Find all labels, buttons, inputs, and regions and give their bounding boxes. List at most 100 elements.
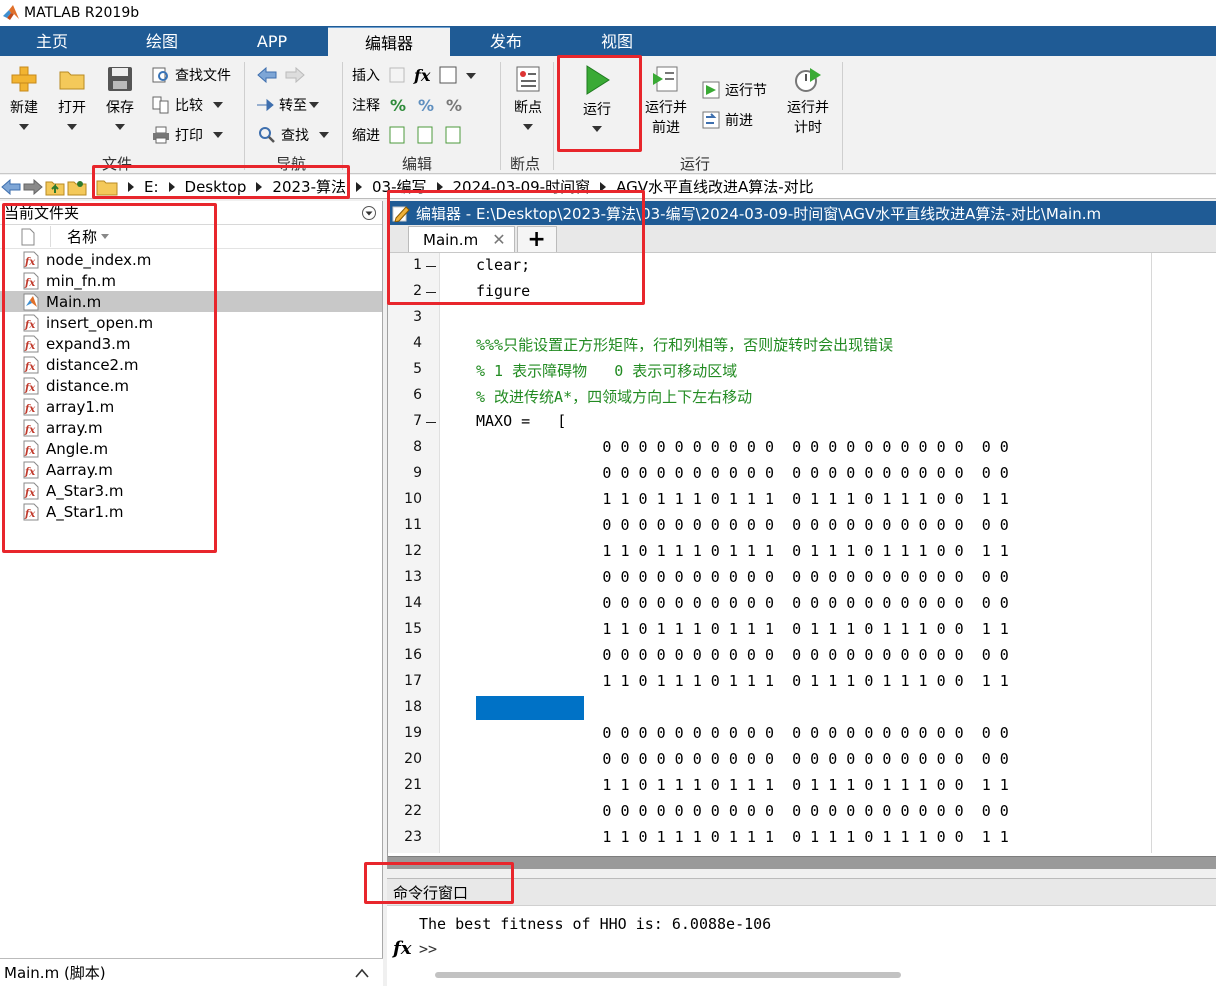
chevron-up-icon[interactable] [355,968,369,978]
find-dropdown-icon [319,132,329,138]
function-file-icon: fx [23,314,39,331]
save-dropdown-icon [115,124,125,130]
panel-actions-icon[interactable] [361,205,377,221]
line-number: 22 [404,803,422,819]
print-button[interactable]: 打印 [152,123,223,147]
run-and-time-button[interactable]: 运行并 计时 [784,64,832,138]
file-list-item[interactable]: fx Aarray.m [0,459,382,480]
code-line: 0 0 0 0 0 0 0 0 0 0 0 0 0 0 0 0 0 0 0 0 … [476,750,1009,768]
fx-icon[interactable]: fx [393,938,411,959]
tab-plots[interactable]: 绘图 [110,26,214,56]
command-window-title-bar: 命令行窗口 [387,878,1216,906]
insert-button[interactable]: 插入 fx [352,63,488,87]
goto-button[interactable]: 转至 [256,93,319,117]
open-button[interactable]: 打开 [52,64,92,134]
open-label: 打开 [58,100,86,116]
file-list-item[interactable]: fx distance.m [0,375,382,396]
tab-editor[interactable]: 编辑器 [328,27,450,56]
tab-apps[interactable]: APP [220,26,324,56]
file-list-item[interactable]: fx node_index.m [0,249,382,270]
compare-button[interactable]: 比较 [152,93,223,117]
breadcrumb-project[interactable]: AGV水平直线改进A算法-对比 [616,176,814,197]
breadcrumb-separator [436,181,443,192]
open-dropdown-icon [67,124,77,130]
svg-text:fx: fx [24,320,36,331]
save-disk-icon [108,67,132,91]
browse-folder-icon[interactable] [66,177,88,197]
executable-line-marker[interactable] [426,422,436,423]
ribbon-divider [842,62,843,170]
breakpoints-label: 断点 [514,100,542,116]
code-comment-line: % 1 表示障碍物 0 表示可移动区域 [476,362,738,380]
comment-label: 注释 [352,98,380,114]
editor-horizontal-scrollbar[interactable] [388,856,1216,869]
command-prompt: >> [419,940,438,958]
executable-line-marker[interactable] [426,266,436,267]
ribbon-divider [244,62,245,170]
file-list-item[interactable]: fx A_Star1.m [0,501,382,522]
save-button[interactable]: 保存 [100,64,140,134]
find-button[interactable]: 查找 [258,123,329,147]
line-number: 13 [404,569,422,585]
file-list-item[interactable]: fx array1.m [0,396,382,417]
run-section-button[interactable]: 运行节 [702,78,767,102]
code-line: 0 0 0 0 0 0 0 0 0 0 0 0 0 0 0 0 0 0 0 0 … [476,594,1009,612]
function-file-icon: fx [23,356,39,373]
back-forward-buttons[interactable] [256,63,306,87]
file-list-item[interactable]: Main.m [0,291,382,312]
breadcrumb-algorithm[interactable]: 2023-算法 [272,176,346,197]
line-number: 20 [404,751,422,767]
new-tab-button[interactable]: + [516,226,557,252]
file-list-item[interactable]: fx min_fn.m [0,270,382,291]
breadcrumb-writing[interactable]: 03-编写 [372,176,427,197]
breadcrumb-time-window[interactable]: 2024-03-09-时间窗 [453,176,591,197]
svg-text:%: % [446,96,462,115]
find-files-button[interactable]: 查找文件 [152,63,231,87]
file-list-item[interactable]: fx A_Star3.m [0,480,382,501]
close-tab-icon[interactable]: ✕ [492,230,505,249]
title-bar: MATLAB R2019b [0,0,1216,26]
svg-text:fx: fx [24,383,36,394]
nav-back-icon[interactable] [0,177,22,197]
breadcrumb-drive[interactable]: E: [144,178,159,196]
breadcrumb-desktop[interactable]: Desktop [185,178,247,196]
executable-line-marker[interactable] [426,292,436,293]
indent-button[interactable]: 缩进 [352,123,468,147]
command-window[interactable]: The best fitness of HHO is: 6.0088e-106 … [387,906,1216,986]
tab-home[interactable]: 主页 [0,26,104,56]
up-folder-icon[interactable] [44,177,66,197]
find-files-icon [152,67,168,83]
breakpoints-button[interactable]: 断点 [508,64,548,134]
tab-publish[interactable]: 发布 [456,26,556,56]
nav-forward-icon[interactable] [22,177,44,197]
line-number: 6 [413,387,422,403]
file-list-item[interactable]: fx array.m [0,417,382,438]
editor-panel: 编辑器 - E:\Desktop\2023-算法\03-编写\2024-03-0… [387,201,1216,869]
command-horizontal-scrollbar[interactable] [435,972,901,978]
run-button[interactable]: 运行 [574,64,620,136]
run-label: 运行 [583,102,611,118]
new-button[interactable]: 新建 [4,64,44,134]
tab-view[interactable]: 视图 [562,26,672,56]
run-and-advance-button[interactable]: 运行并 前进 [640,64,692,138]
file-list-item[interactable]: fx distance2.m [0,354,382,375]
run-section-icon [702,81,720,99]
svg-text:fx: fx [24,257,36,268]
group-nav-label: 导航 [276,155,307,173]
file-name: insert_open.m [46,313,154,332]
file-list-item[interactable]: fx Angle.m [0,438,382,459]
run-play-icon [586,65,610,95]
svg-text:fx: fx [24,509,36,520]
file-list-item[interactable]: fx insert_open.m [0,312,382,333]
command-window-title: 命令行窗口 [393,883,469,902]
code-area[interactable]: 1 2 3 4 5 6 7 8 9 10 11 12 13 14 15 16 17 18 19 20 21 22 23 cl… [388,253,1216,853]
current-folder-title: 当前文件夹 [4,204,80,222]
comment-button[interactable]: 注释 % % % [352,93,468,117]
file-list-item[interactable]: fx expand3.m [0,333,382,354]
sort-arrow-icon [101,234,110,239]
svg-text:fx: fx [24,467,36,478]
name-column-header[interactable]: 名称 [50,226,97,247]
advance-button[interactable]: 前进 [702,108,753,132]
line-number: 23 [404,829,422,845]
editor-tab-main[interactable]: Main.m ✕ [408,226,515,252]
